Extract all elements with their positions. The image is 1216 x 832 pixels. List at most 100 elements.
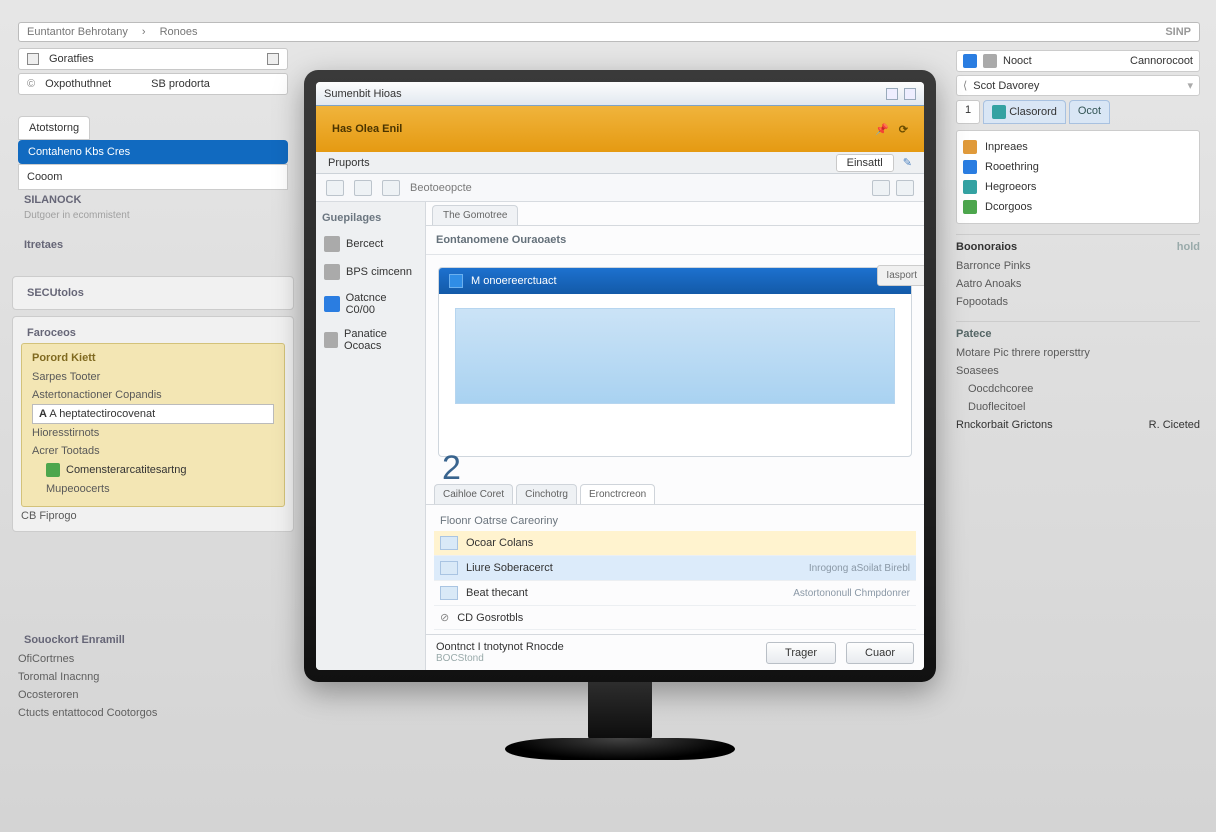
rt-tb1[interactable]: Nooct Cannorocoot [956,50,1200,72]
page-number: 2 [442,449,461,488]
thumb-icon [440,586,458,600]
bl-4[interactable]: Ctucts entattocod Cootorgos [18,704,288,722]
rt-s2e[interactable]: Rnckorbait Grictons R. Ciceted [956,416,1200,434]
yc-item-2[interactable]: Astertonactioner Copandis [32,386,274,404]
nav-item-1[interactable]: Bercect [322,230,419,258]
foot-text: Oontnct I tnotynot Rnocde [436,641,756,653]
bg-breadcrumb: Euntantor Behrotany › Ronoes SINP [18,22,1200,42]
rt-tb1-b: Cannorocoot [1130,55,1193,67]
panel2-foot[interactable]: CB Fiprogo [21,507,285,525]
secondary-button[interactable]: Cuaor [846,642,914,664]
yc-selected[interactable]: A A heptatectirocovenat [32,404,274,424]
rt-list: Inpreaes Rooethring Hegroeors Dcorgoos [956,130,1200,224]
rt-tab-2[interactable]: Ocot [1069,100,1110,124]
rt-tab-1[interactable]: Clasorord [983,100,1066,124]
rt-row-3[interactable]: Hegroeors [963,177,1193,197]
document-card[interactable]: M onoereerctuact AE [438,267,912,457]
rt-row-4[interactable]: Dcorgoos [963,197,1193,217]
bg-yellow-card: Porord Kiett Sarpes Tooter Astertonactio… [21,343,285,507]
rt-num: 1 [956,100,980,124]
bg-card[interactable]: Cooom [18,164,288,190]
minimize-icon[interactable] [886,88,898,100]
document-area: Iasport M onoereerctuact AE 2 [426,255,924,484]
monitor: Sumenbit Hioas Has Olea Enil 📌 ⟳ Pruport… [304,70,936,760]
bg-sub: Dutgoer in ecommistent [18,210,288,221]
row3-meta: Astortononull Chmpdonrer [793,588,910,599]
nav-item-4[interactable]: Panatice Ocoacs [322,322,419,358]
center-heading: Eontanomene Ouraoaets [426,226,924,255]
foot-sub: BOCStond [436,653,756,664]
rt-s2a[interactable]: Motare Pic threre ropersttry [956,344,1200,362]
nav-head: Guepilages [322,210,419,230]
window-title: Sumenbit Hioas [324,88,402,100]
rt-s2b[interactable]: Soasees [956,362,1200,380]
folder-icon [46,463,60,477]
list-area: Floonr Oatrse Careoriny Ocoar Colans Liu… [426,505,924,634]
yc-item-3[interactable]: Hioresstirnots [32,424,274,442]
rt-tb1-a: Nooct [1003,55,1032,67]
bl-2[interactable]: Toromal Inacnng [18,668,288,686]
tb2-b: SB prodorta [151,78,210,90]
row2-meta: Inrogong aSoilat Birebl [809,563,910,574]
rt-s1a[interactable]: Barronce Pinks [956,257,1200,275]
rt-sec2: Patece [956,321,1200,340]
crumb-1[interactable]: Euntantor Behrotany [27,26,128,38]
sub-chip[interactable]: Einsattl [836,154,894,172]
disc-icon [324,296,340,312]
bl-1[interactable]: OfiCortrnes [18,650,288,668]
tool-btn-r2[interactable] [896,180,914,196]
doc-title: M onoereerctuact [471,275,557,287]
arrow-icon [983,54,997,68]
tool-btn-1[interactable] [326,180,344,196]
bg-toolbar-1[interactable]: Goratfies [18,48,288,70]
rt-s1b[interactable]: Aatro Anoaks [956,275,1200,293]
window-titlebar[interactable]: Sumenbit Hioas [316,82,924,106]
yc-item-4[interactable]: Acrer Tootads [32,442,274,460]
yc-sub-1[interactable]: Comensterarcatitesartng [32,460,274,480]
tool-btn-r1[interactable] [872,180,890,196]
thumb-icon [440,536,458,550]
list-row-1[interactable]: Ocoar Colans [434,531,916,556]
bg-head-1: SILANOCK [18,190,288,210]
list-tab-2[interactable]: Cinchotrg [516,484,577,504]
tool-btn-2[interactable] [354,180,372,196]
dropdown-icon[interactable] [267,53,279,65]
bg-panel-1: SECUtolos [12,276,294,310]
list-row-4[interactable]: ⊘ CD Gosrotbls [434,606,916,630]
center-tab-1[interactable]: The Gomotree [432,205,518,225]
pin-icon[interactable]: 📌 [875,123,889,136]
rt-s2d[interactable]: Duoflecitoel [956,398,1200,416]
edit-icon[interactable]: ✎ [903,157,912,169]
refresh-icon[interactable]: ⟳ [899,123,908,136]
bg-selected-item[interactable]: Contaheno Kbs Cres [18,140,288,164]
primary-button[interactable]: Trager [766,642,836,664]
maximize-icon[interactable] [904,88,916,100]
rt-row-2[interactable]: Rooethring [963,157,1193,177]
yc-sub-2[interactable]: Mupeoocerts [32,480,274,498]
rt-s2c[interactable]: Oocdchcoree [956,380,1200,398]
doc-preview [455,308,895,404]
bg-toolbar-2[interactable]: © Oxpothuthnet SB prodorta [18,73,288,95]
bg-head-2: Itretaes [18,235,288,255]
crumb-2[interactable]: Ronoes [160,26,198,38]
nav-item-3[interactable]: Oatcnce C0/00 [322,286,419,322]
tb1-label: Goratfies [49,53,94,65]
rt-row-1[interactable]: Inpreaes [963,137,1193,157]
side-chip[interactable]: Iasport [877,265,924,286]
tool-btn-3[interactable] [382,180,400,196]
bl-title: Souockort Enramill [18,630,288,650]
nav-item-2[interactable]: BPS cimcenn [322,258,419,286]
list-row-2[interactable]: Liure Soberacerct Inrogong aSoilat Bireb… [434,556,916,581]
doc-icon [963,200,977,214]
doc-icon [963,180,977,194]
tab-icon [992,105,1006,119]
rt-s1c[interactable]: Fopootads [956,293,1200,311]
list-row-3[interactable]: Beat thecant Astortononull Chmpdonrer [434,581,916,606]
sub-left[interactable]: Pruports [328,157,370,169]
bl-3[interactable]: Ocosteroren [18,686,288,704]
yc-item-1[interactable]: Sarpes Tooter [32,368,274,386]
rt-tb2[interactable]: ⟨ Scot Davorey ▾ [956,75,1200,96]
banner: Has Olea Enil 📌 ⟳ [316,106,924,152]
list-tab-3[interactable]: Eronctrcreon [580,484,655,504]
bg-tab[interactable]: Atotstorng [18,116,90,140]
